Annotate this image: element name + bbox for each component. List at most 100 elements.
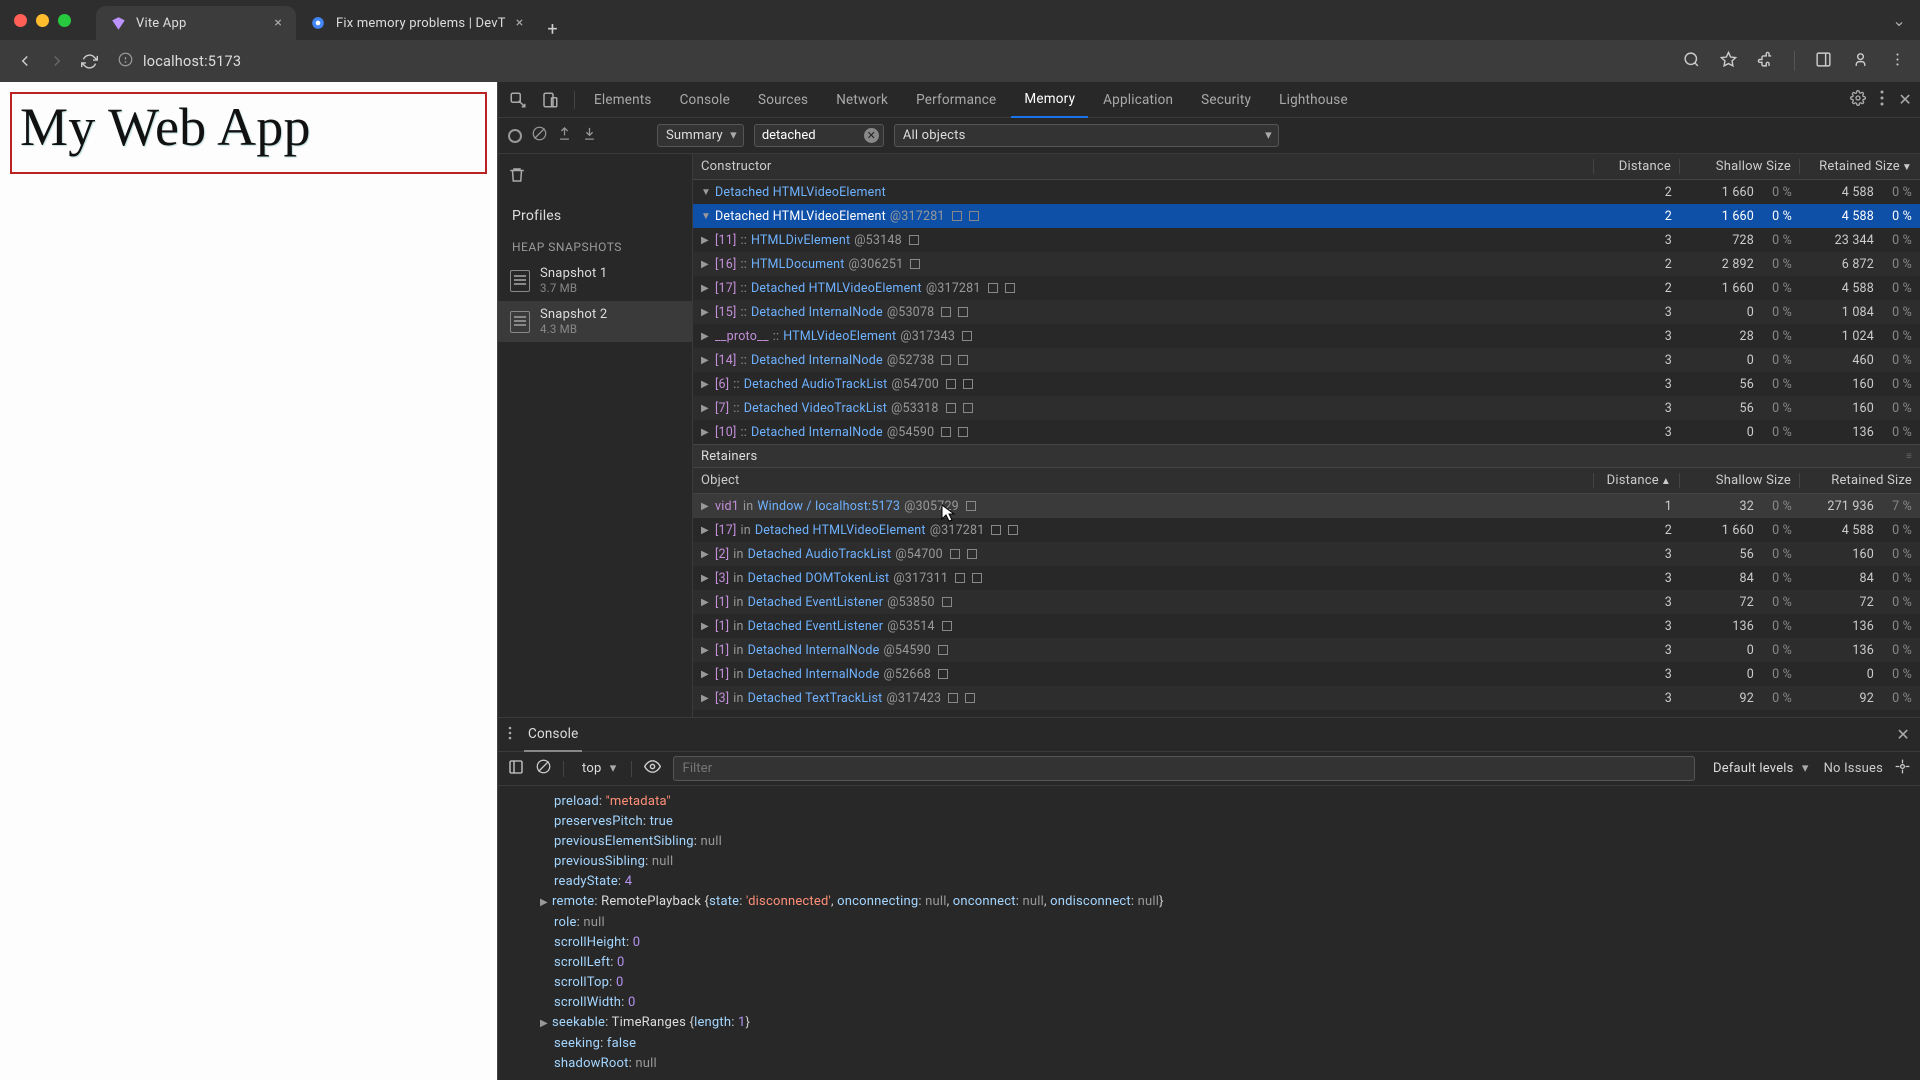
console-filter-input[interactable] (673, 756, 1695, 781)
extensions-icon[interactable] (1757, 51, 1774, 72)
retainers-header[interactable]: Object Distance▲ Shallow Size Retained S… (693, 468, 1920, 494)
retainer-row[interactable]: ▶ [1] in Detached InternalNode @54590 30… (693, 638, 1920, 662)
console-line[interactable]: previousSibling: null (554, 852, 1920, 872)
col-object[interactable]: Object (693, 473, 1594, 488)
browser-tab-docs[interactable]: Fix memory problems | DevT × (296, 6, 537, 40)
constructor-row[interactable]: ▶ [16] :: HTMLDocument @306251 22 8920 %… (693, 252, 1920, 276)
constructor-row[interactable]: ▶ [11] :: HTMLDivElement @53148 37280 %2… (693, 228, 1920, 252)
issues-label[interactable]: No Issues (1824, 761, 1883, 776)
upload-icon[interactable] (557, 126, 572, 145)
view-select[interactable]: Summary (657, 124, 744, 147)
constructor-row[interactable]: ▶ [10] :: Detached InternalNode @54590 3… (693, 420, 1920, 444)
clear-icon[interactable] (532, 126, 547, 145)
address-input[interactable]: localhost:5173 (110, 52, 1673, 71)
tab-console[interactable]: Console (667, 82, 743, 118)
retainer-row[interactable]: ▶ [17] in Detached HTMLVideoElement @317… (693, 518, 1920, 542)
drawer-menu-icon[interactable] (508, 725, 512, 744)
menu-icon[interactable] (1889, 51, 1906, 72)
tab-lighthouse[interactable]: Lighthouse (1266, 82, 1361, 118)
retainer-row[interactable]: ▶ vid1 in Window / localhost:5173 @30572… (693, 494, 1920, 518)
col-distance[interactable]: Distance (1594, 159, 1680, 174)
constructor-row[interactable]: ▶ [17] :: Detached HTMLVideoElement @317… (693, 276, 1920, 300)
forward-button[interactable] (46, 50, 68, 72)
record-button[interactable] (508, 129, 522, 143)
tab-security[interactable]: Security (1188, 82, 1264, 118)
tab-performance[interactable]: Performance (903, 82, 1009, 118)
window-minimize-button[interactable] (36, 14, 49, 27)
console-line[interactable]: ▶remote: RemotePlayback {state: 'disconn… (554, 892, 1920, 913)
constructors-header[interactable]: Constructor Distance Shallow Size Retain… (693, 154, 1920, 180)
constructor-row[interactable]: ▶ [14] :: Detached InternalNode @52738 3… (693, 348, 1920, 372)
console-line[interactable]: ▶seekable: TimeRanges {length: 1} (554, 1013, 1920, 1034)
profile-icon[interactable] (1852, 51, 1869, 72)
clear-filter-icon[interactable]: ✕ (864, 128, 879, 143)
tab-sources[interactable]: Sources (745, 82, 821, 118)
close-drawer-icon[interactable]: ✕ (1896, 725, 1910, 744)
window-maximize-button[interactable] (58, 14, 71, 27)
console-line[interactable]: seeking: false (554, 1034, 1920, 1054)
col-shallow[interactable]: Shallow Size (1680, 159, 1800, 174)
reload-button[interactable] (78, 50, 100, 72)
close-icon[interactable]: × (516, 15, 524, 31)
console-line[interactable]: readyState: 4 (554, 872, 1920, 892)
gc-icon[interactable] (508, 166, 530, 188)
browser-tab-vite[interactable]: Vite App × (96, 6, 296, 40)
constructor-row[interactable]: ▼ Detached HTMLVideoElement21 6600 %4 58… (693, 180, 1920, 204)
retainer-row[interactable]: ▶ [1] in Detached InternalNode @52668 30… (693, 662, 1920, 686)
console-line[interactable]: preload: "metadata" (554, 792, 1920, 812)
console-line[interactable]: role: null (554, 913, 1920, 933)
console-line[interactable]: scrollHeight: 0 (554, 933, 1920, 953)
col-retained[interactable]: Retained Size (1800, 473, 1920, 488)
inspect-element-icon[interactable] (506, 88, 530, 112)
download-icon[interactable] (582, 126, 597, 145)
chevron-down-icon[interactable]: ⌄ (1892, 11, 1920, 30)
console-line[interactable]: shadowRoot: null (554, 1054, 1920, 1074)
tab-elements[interactable]: Elements (581, 82, 665, 118)
close-icon[interactable]: × (274, 15, 282, 31)
constructor-row[interactable]: ▶ [15] :: Detached InternalNode @53078 3… (693, 300, 1920, 324)
console-sidebar-icon[interactable] (508, 759, 524, 779)
retainer-row[interactable]: ▶ [1] in Detached EventListener @53514 3… (693, 614, 1920, 638)
tab-application[interactable]: Application (1090, 82, 1186, 118)
close-devtools-icon[interactable]: ✕ (1898, 90, 1912, 109)
console-line[interactable]: previousElementSibling: null (554, 832, 1920, 852)
more-icon[interactable] (1880, 90, 1884, 110)
clear-console-icon[interactable] (536, 759, 551, 778)
bookmark-icon[interactable] (1720, 51, 1737, 72)
settings-icon[interactable] (1850, 90, 1866, 110)
console-line[interactable]: scrollWidth: 0 (554, 993, 1920, 1013)
context-select[interactable]: top (576, 758, 619, 779)
constructor-row[interactable]: ▼ Detached HTMLVideoElement @317281 21 6… (693, 204, 1920, 228)
constructor-row[interactable]: ▶ [7] :: Detached VideoTrackList @53318 … (693, 396, 1920, 420)
constructor-row[interactable]: ▶ __proto__ :: HTMLVideoElement @317343 … (693, 324, 1920, 348)
live-expression-icon[interactable] (644, 758, 661, 779)
tab-network[interactable]: Network (823, 82, 901, 118)
col-constructor[interactable]: Constructor (693, 159, 1594, 174)
retainer-row[interactable]: ▶ [3] in Detached DOMTokenList @317311 3… (693, 566, 1920, 590)
constructor-row[interactable]: ▶ [6] :: Detached AudioTrackList @54700 … (693, 372, 1920, 396)
site-info-icon[interactable] (118, 52, 133, 71)
console-settings-icon[interactable] (1895, 759, 1910, 778)
retainer-row[interactable]: ▶ [2] in Detached AudioTrackList @54700 … (693, 542, 1920, 566)
snapshot-item[interactable]: Snapshot 1 3.7 MB (498, 260, 692, 301)
col-shallow[interactable]: Shallow Size (1680, 473, 1800, 488)
retainer-row[interactable]: ▶ [1] in Detached EventListener @53850 3… (693, 590, 1920, 614)
scope-select[interactable]: All objects (894, 124, 1279, 147)
retainer-row[interactable]: ▶ [3] in Detached TextTrackList @317423 … (693, 686, 1920, 710)
col-retained[interactable]: Retained Size▼ (1800, 159, 1920, 174)
drawer-tab-console[interactable]: Console (524, 718, 582, 752)
zoom-icon[interactable] (1683, 51, 1700, 72)
window-close-button[interactable] (14, 14, 27, 27)
new-tab-button[interactable]: + (537, 19, 567, 40)
console-line[interactable]: scrollLeft: 0 (554, 953, 1920, 973)
col-distance[interactable]: Distance▲ (1594, 473, 1680, 488)
tab-memory[interactable]: Memory (1011, 82, 1088, 118)
console-line[interactable]: preservesPitch: true (554, 812, 1920, 832)
console-line[interactable]: scrollTop: 0 (554, 973, 1920, 993)
grip-icon[interactable]: ≡ (1906, 451, 1912, 462)
snapshot-item[interactable]: Snapshot 2 4.3 MB (498, 301, 692, 342)
log-levels-select[interactable]: Default levels (1707, 758, 1812, 779)
device-toggle-icon[interactable] (538, 88, 562, 112)
back-button[interactable] (14, 50, 36, 72)
sidebar-toggle-icon[interactable] (1815, 51, 1832, 72)
